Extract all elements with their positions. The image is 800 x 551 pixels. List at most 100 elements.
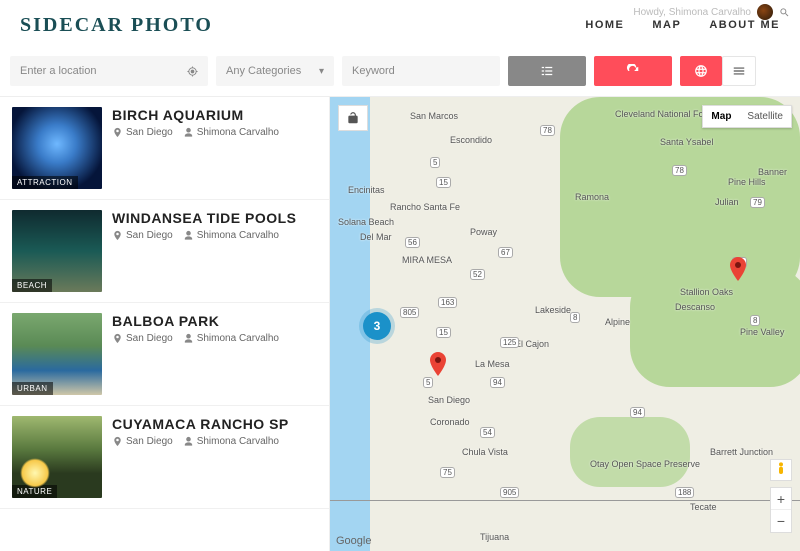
listing-tag: BEACH bbox=[12, 279, 52, 292]
map-city-label: Pine Valley bbox=[740, 327, 784, 337]
user-greeting-bar: Howdy, Shimona Carvalho bbox=[633, 4, 790, 20]
location-input[interactable]: Enter a location bbox=[10, 56, 208, 86]
route-shield: 79 bbox=[750, 197, 765, 208]
map-city-label: Santa Ysabel bbox=[660, 137, 713, 147]
pin-icon bbox=[112, 333, 123, 344]
map-city-label: Descanso bbox=[675, 302, 715, 312]
listing-meta: San Diego Shimona Carvalho bbox=[112, 230, 317, 241]
person-icon bbox=[183, 230, 194, 241]
menu-button[interactable] bbox=[722, 56, 756, 86]
zoom-in-button[interactable]: + bbox=[771, 488, 791, 510]
avatar[interactable] bbox=[757, 4, 773, 20]
map-city-label: Tecate bbox=[690, 502, 717, 512]
listing-title[interactable]: WINDANSEA TIDE POOLS bbox=[112, 210, 317, 226]
map-city-label: Otay Open Space Preserve bbox=[590, 459, 700, 469]
route-shield: 15 bbox=[436, 327, 451, 338]
listing-city: San Diego bbox=[126, 436, 173, 447]
person-icon bbox=[183, 333, 194, 344]
listing-thumb: ATTRACTION bbox=[12, 107, 102, 189]
greeting-text: Howdy, Shimona Carvalho bbox=[633, 7, 751, 18]
listing-card[interactable]: URBAN BALBOA PARK San Diego Shimona Carv… bbox=[0, 303, 329, 406]
zoom-out-button[interactable]: − bbox=[771, 510, 791, 532]
logo[interactable]: SIDECAR PHOTO bbox=[20, 14, 213, 37]
nav-home[interactable]: HOME bbox=[585, 19, 624, 31]
listing-body: BIRCH AQUARIUM San Diego Shimona Carvalh… bbox=[112, 107, 317, 189]
map-type-map[interactable]: Map bbox=[703, 106, 739, 127]
route-shield: 75 bbox=[440, 467, 455, 478]
map-city-label: Stallion Oaks bbox=[680, 287, 733, 297]
listing-tag: NATURE bbox=[12, 485, 57, 498]
globe-menu-group bbox=[680, 56, 756, 86]
map-marker[interactable] bbox=[430, 352, 446, 376]
listing-city: San Diego bbox=[126, 333, 173, 344]
listing-sidebar[interactable]: ATTRACTION BIRCH AQUARIUM San Diego Shim… bbox=[0, 97, 330, 551]
pin-icon bbox=[112, 230, 123, 241]
route-shield: 188 bbox=[675, 487, 694, 498]
map-city-label: Del Mar bbox=[360, 232, 392, 242]
listing-title[interactable]: BALBOA PARK bbox=[112, 313, 317, 329]
listing-meta: San Diego Shimona Carvalho bbox=[112, 333, 317, 344]
route-shield: 54 bbox=[480, 427, 495, 438]
map-city-label: Banner bbox=[758, 167, 787, 177]
route-shield: 8 bbox=[570, 312, 580, 323]
border-line bbox=[330, 500, 800, 501]
cluster-count: 3 bbox=[374, 319, 381, 333]
map-city-label: Tijuana bbox=[480, 532, 509, 542]
keyword-input[interactable]: Keyword bbox=[342, 56, 500, 86]
chevron-down-icon: ▾ bbox=[319, 66, 324, 77]
map-city-label: Lakeside bbox=[535, 305, 571, 315]
listing-author: Shimona Carvalho bbox=[197, 127, 279, 138]
nav-about[interactable]: ABOUT ME bbox=[709, 19, 780, 31]
listing-title[interactable]: BIRCH AQUARIUM bbox=[112, 107, 317, 123]
map-city-label: El Cajon bbox=[515, 339, 549, 349]
route-shield: 8 bbox=[750, 315, 760, 326]
listing-card[interactable]: BEACH WINDANSEA TIDE POOLS San Diego Shi… bbox=[0, 200, 329, 303]
marker-cluster[interactable]: 3 bbox=[363, 312, 391, 340]
route-shield: 94 bbox=[490, 377, 505, 388]
streetview-pegman[interactable] bbox=[770, 459, 792, 481]
map-attribution: Google bbox=[336, 535, 371, 547]
listing-thumb: URBAN bbox=[12, 313, 102, 395]
nav-map[interactable]: MAP bbox=[652, 19, 681, 31]
listing-meta: San Diego Shimona Carvalho bbox=[112, 436, 317, 447]
menu-icon bbox=[732, 64, 746, 78]
map-city-label: Alpine bbox=[605, 317, 630, 327]
listing-title[interactable]: CUYAMACA RANCHO SP bbox=[112, 416, 317, 432]
listing-card[interactable]: ATTRACTION BIRCH AQUARIUM San Diego Shim… bbox=[0, 97, 329, 200]
listing-city: San Diego bbox=[126, 127, 173, 138]
route-shield: 805 bbox=[400, 307, 419, 318]
map-marker[interactable] bbox=[730, 257, 746, 281]
listing-author: Shimona Carvalho bbox=[197, 333, 279, 344]
map-canvas[interactable]: San MarcosEscondidoEncinitasRancho Santa… bbox=[330, 97, 800, 551]
map-city-label: Chula Vista bbox=[462, 447, 508, 457]
pin-icon bbox=[112, 436, 123, 447]
map-lock-button[interactable] bbox=[338, 105, 368, 131]
listing-meta: San Diego Shimona Carvalho bbox=[112, 127, 317, 138]
map-type-switch: Map Satellite bbox=[702, 105, 792, 128]
route-shield: 78 bbox=[540, 125, 555, 136]
map-city-label: Encinitas bbox=[348, 185, 385, 195]
route-shield: 5 bbox=[423, 377, 433, 388]
route-shield: 15 bbox=[436, 177, 451, 188]
list-icon bbox=[540, 64, 554, 78]
listing-body: BALBOA PARK San Diego Shimona Carvalho bbox=[112, 313, 317, 395]
globe-icon bbox=[694, 64, 708, 78]
listing-body: CUYAMACA RANCHO SP San Diego Shimona Car… bbox=[112, 416, 317, 498]
search-icon[interactable] bbox=[779, 7, 790, 18]
refresh-button[interactable] bbox=[594, 56, 672, 86]
listing-tag: URBAN bbox=[12, 382, 53, 395]
route-shield: 94 bbox=[630, 407, 645, 418]
globe-button[interactable] bbox=[680, 56, 722, 86]
map-type-satellite[interactable]: Satellite bbox=[739, 106, 791, 127]
content-area: ATTRACTION BIRCH AQUARIUM San Diego Shim… bbox=[0, 96, 800, 551]
pegman-icon bbox=[776, 462, 786, 478]
preserve bbox=[570, 417, 690, 487]
map-city-label: Poway bbox=[470, 227, 497, 237]
map-city-label: La Mesa bbox=[475, 359, 510, 369]
main-nav: HOME MAP ABOUT ME bbox=[585, 19, 780, 31]
list-view-button[interactable] bbox=[508, 56, 586, 86]
listing-card[interactable]: NATURE CUYAMACA RANCHO SP San Diego Shim… bbox=[0, 406, 329, 509]
listing-thumb: BEACH bbox=[12, 210, 102, 292]
pin-icon bbox=[112, 127, 123, 138]
category-select[interactable]: Any Categories ▾ bbox=[216, 56, 334, 86]
